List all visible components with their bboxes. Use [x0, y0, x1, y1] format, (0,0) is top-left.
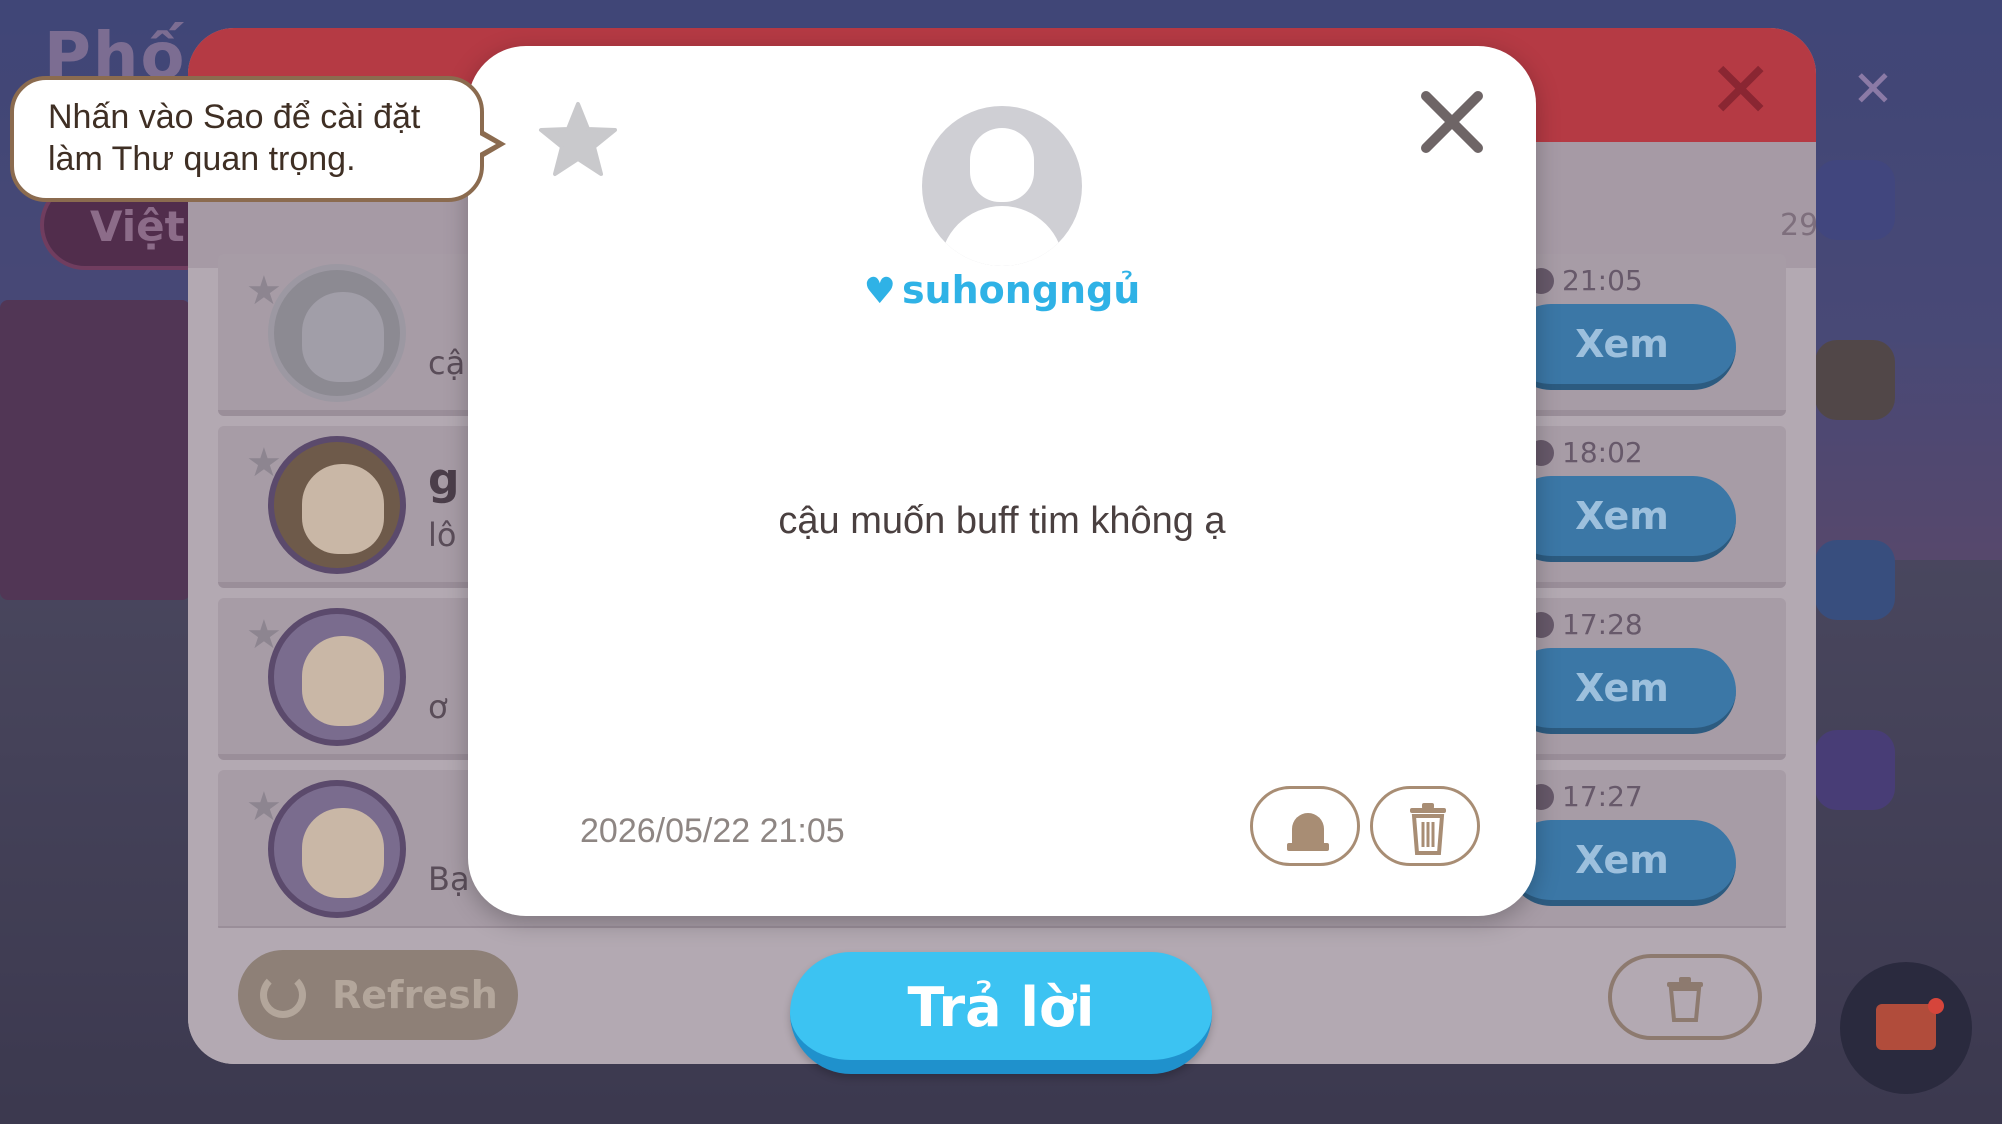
avatar	[268, 436, 406, 574]
tooltip-text: Nhấn vào Sao để cài đặt làm Thư quan trọ…	[48, 98, 421, 178]
mail-count: 29	[1780, 208, 1816, 243]
mail-time: 17:28	[1528, 608, 1643, 641]
mail-floating-button[interactable]	[1840, 962, 1972, 1094]
mail-time: 21:05	[1528, 264, 1643, 297]
outer-close-icon[interactable]: ✕	[1852, 60, 1894, 118]
sender-avatar[interactable]	[922, 106, 1082, 266]
avatar	[268, 264, 406, 402]
avatar	[268, 780, 406, 918]
view-button[interactable]: Xem	[1508, 648, 1736, 734]
star-icon[interactable]	[538, 100, 618, 180]
mail-time: 18:02	[1528, 436, 1643, 469]
refresh-icon	[260, 972, 306, 1018]
avatar-head	[970, 128, 1034, 202]
siren-icon	[1287, 813, 1329, 851]
refresh-button[interactable]: Refresh	[238, 950, 518, 1040]
tooltip-tail	[478, 130, 506, 158]
mail-title: g	[428, 454, 460, 505]
avatar	[268, 608, 406, 746]
avatar-body	[940, 206, 1064, 266]
mail-snippet: ơ	[428, 688, 448, 726]
close-icon[interactable]	[1414, 84, 1490, 160]
message-datetime: 2026/05/22 21:05	[580, 812, 845, 850]
message-detail-modal: ♥ suhongngủ cậu muốn buff tim không ạ 202…	[468, 46, 1536, 916]
refresh-label: Refresh	[332, 973, 498, 1017]
reply-button[interactable]: Trả lời	[790, 952, 1212, 1074]
mail-snippet: Bạ	[428, 860, 470, 898]
delete-all-button[interactable]	[1608, 954, 1762, 1040]
view-button[interactable]: Xem	[1508, 304, 1736, 390]
notification-dot	[1928, 998, 1944, 1014]
heart-icon: ♥	[863, 271, 896, 312]
trash-icon	[1410, 803, 1446, 855]
mail-time: 17:27	[1528, 780, 1643, 813]
view-button[interactable]: Xem	[1508, 820, 1736, 906]
envelope-icon	[1876, 1004, 1936, 1050]
trash-icon	[1667, 977, 1703, 1022]
star-hint-tooltip: Nhấn vào Sao để cài đặt làm Thư quan trọ…	[10, 76, 506, 202]
delete-button[interactable]	[1370, 786, 1480, 866]
message-body: cậu muốn buff tim không ạ	[778, 500, 1226, 542]
mail-snippet: cậ	[428, 344, 466, 382]
sender-name[interactable]: ♥ suhongngủ	[468, 268, 1536, 312]
sender-name-text: suhongngủ	[901, 268, 1141, 312]
mail-snippet: lô	[428, 516, 457, 554]
view-button[interactable]: Xem	[1508, 476, 1736, 562]
mailbox-close-icon[interactable]: ✕	[1708, 52, 1773, 130]
report-button[interactable]	[1250, 786, 1360, 866]
